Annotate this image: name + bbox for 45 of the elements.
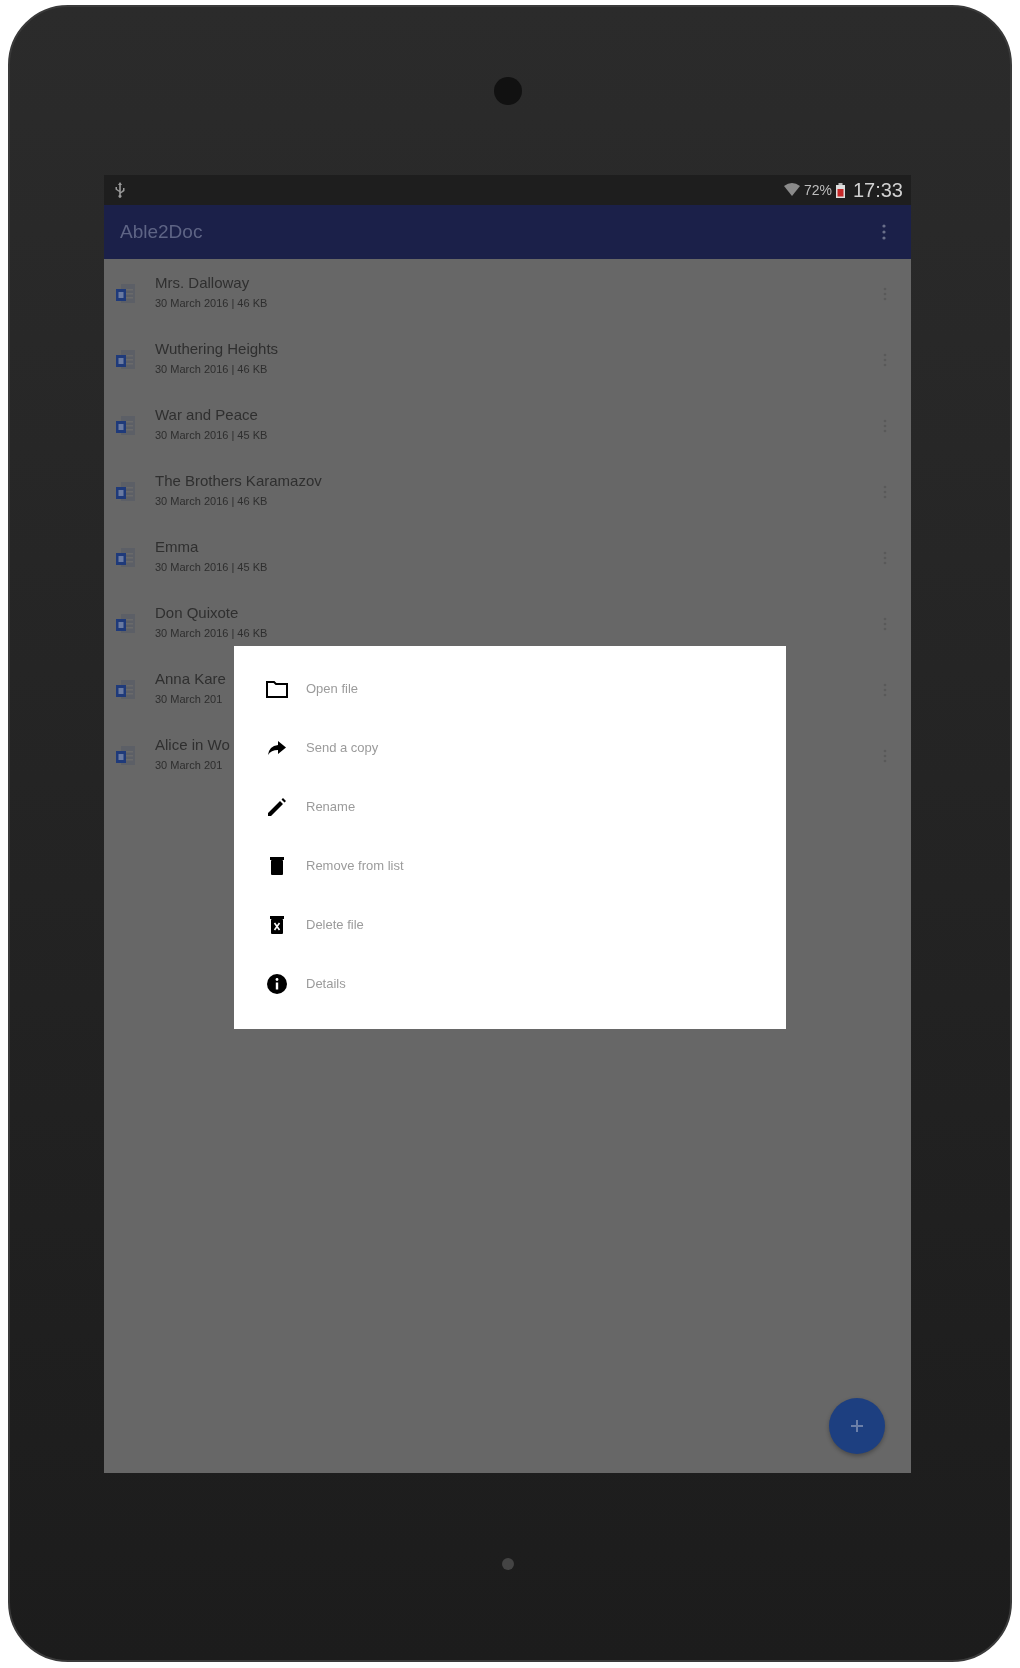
document-icon [115,613,137,635]
file-details: 30 March 2016 | 46 KB [155,362,268,375]
document-icon [115,283,137,305]
menu-item[interactable]: Details [234,954,786,1013]
menu-item[interactable]: Send a copy [234,718,786,777]
file-title[interactable]: Mrs. Dalloway [155,273,250,291]
document-icon [115,745,137,767]
file-details: 30 March 2016 | 45 KB [155,560,268,573]
document-icon [115,679,137,701]
share-arrow-icon [266,739,288,756]
menu-item[interactable]: Remove from list [234,836,786,895]
battery-icon [835,182,845,198]
file-details: 30 March 201 [155,758,223,771]
file-details: 30 March 2016 | 45 KB [155,428,268,441]
menu-item[interactable]: Rename [234,777,786,836]
file-title[interactable]: Emma [155,537,199,555]
camera-icon [493,77,522,105]
file-details: 30 March 2016 | 46 KB [155,626,268,639]
folder-icon [266,679,288,698]
file-title[interactable]: Anna Kare [155,669,226,687]
app-title: Able2Doc [120,221,204,243]
usb-icon [114,182,126,198]
document-icon [115,481,137,503]
add-button[interactable] [829,1398,885,1454]
document-icon [115,349,137,371]
menu-item[interactable]: Open file [234,659,786,718]
battery-percent: 72% [803,182,832,198]
file-title[interactable]: Don Quixote [155,603,239,621]
clock: 17:33 [852,178,903,202]
info-icon [266,973,288,994]
file-title[interactable]: The Brothers Karamazov [155,471,322,489]
document-icon [115,547,137,569]
file-details: 30 March 201 [155,692,223,705]
document-icon [115,415,137,437]
pencil-icon [266,796,288,817]
overflow-menu-icon[interactable] [882,224,886,240]
file-details: 30 March 2016 | 46 KB [155,296,268,309]
wifi-icon [783,183,800,197]
file-title[interactable]: Wuthering Heights [155,339,279,357]
file-title[interactable]: War and Peace [155,405,258,423]
plus-icon [850,1419,864,1433]
menu-item[interactable]: Delete file [234,895,786,954]
file-details: 30 March 2016 | 46 KB [155,494,268,507]
home-button[interactable] [501,1557,514,1570]
file-title[interactable]: Alice in Wo [155,735,230,753]
